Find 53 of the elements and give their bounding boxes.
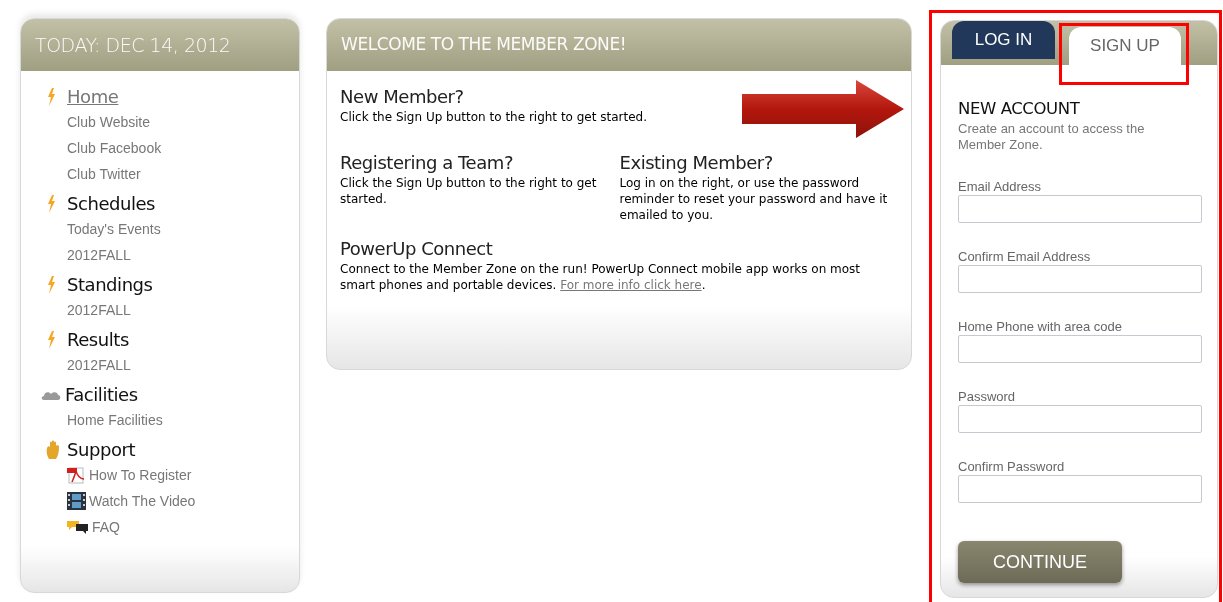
section-heading: Registering a Team? xyxy=(340,151,514,175)
nav-link[interactable]: Schedules xyxy=(67,193,156,215)
nav-sublink[interactable]: How To Register xyxy=(89,464,192,486)
nav-link[interactable]: Home xyxy=(67,86,119,108)
lightning-icon xyxy=(46,276,56,294)
tab[interactable]: LOG IN xyxy=(952,21,1055,59)
nav-sublink[interactable]: Today's Events xyxy=(67,218,161,240)
nav-link[interactable]: Results xyxy=(67,329,129,351)
body-text: Connect to the Member Zone on the run! PowerUp Connect mobile app works on most smart phones and portable devices. For more info click here. xyxy=(340,261,862,293)
body-text: Click the Sign Up button to the right to get started. xyxy=(340,175,598,207)
nav-sublink[interactable]: 2012FALL xyxy=(67,299,131,321)
nav-sublink[interactable]: Club Twitter xyxy=(67,163,141,185)
nav-sublink[interactable]: 2012FALL xyxy=(67,354,131,376)
field-label: Home Phone with area code xyxy=(958,319,1124,335)
field-label: Email Address xyxy=(958,179,1043,195)
input-field[interactable] xyxy=(958,335,1202,363)
nav-sublink[interactable]: 2012FALL xyxy=(67,244,131,266)
continue-button[interactable]: CONTINUE xyxy=(958,541,1122,583)
panel-title: WELCOME TO THE MEMBER ZONE! xyxy=(341,33,627,57)
field-label: Confirm Email Address xyxy=(958,249,1092,265)
nav-sublink[interactable]: Club Website xyxy=(67,111,150,133)
nav-sublink[interactable]: Home Facilities xyxy=(67,409,163,431)
info-link[interactable]: For more info click here xyxy=(560,278,702,292)
body-text: Click the Sign Up button to the right to get started. xyxy=(340,109,649,125)
nav-link[interactable]: Support xyxy=(67,439,135,461)
input-field[interactable] xyxy=(958,265,1202,293)
arrow-icon xyxy=(742,80,904,138)
panel-title: TODAY: DEC 14, 2012 xyxy=(35,32,231,58)
nav-link[interactable]: Facilities xyxy=(65,384,138,406)
cloud-icon xyxy=(41,389,61,401)
nav-sublink[interactable]: Club Facebook xyxy=(67,137,162,159)
pdf-icon xyxy=(67,466,86,484)
section-heading: Existing Member? xyxy=(619,151,774,175)
nav-link[interactable]: Standings xyxy=(67,274,153,296)
body-text: Log in on the right, or use the password reminder to reset your password and have it emailed to you. xyxy=(619,175,889,223)
input-field[interactable] xyxy=(958,405,1202,433)
input-field[interactable] xyxy=(958,195,1202,223)
field-label: Confirm Password xyxy=(958,459,1066,475)
section-heading: PowerUp Connect xyxy=(340,237,494,261)
lightning-icon xyxy=(46,88,56,106)
nav-sublink[interactable]: FAQ xyxy=(92,516,120,538)
tab[interactable]: SIGN UP xyxy=(1069,27,1181,65)
nav-sublink[interactable]: Watch The Video xyxy=(89,490,196,512)
lightning-icon xyxy=(46,331,56,349)
chat-icon xyxy=(67,520,89,534)
hand-icon xyxy=(46,440,60,460)
input-field[interactable] xyxy=(958,475,1202,503)
field-label: Password xyxy=(958,389,1017,405)
form-description: Create an account to access the Member Zone. xyxy=(958,121,1146,153)
lightning-icon xyxy=(46,195,56,213)
film-icon xyxy=(67,492,86,510)
section-heading: New Member? xyxy=(340,85,465,109)
form-heading: NEW ACCOUNT xyxy=(958,99,1081,119)
